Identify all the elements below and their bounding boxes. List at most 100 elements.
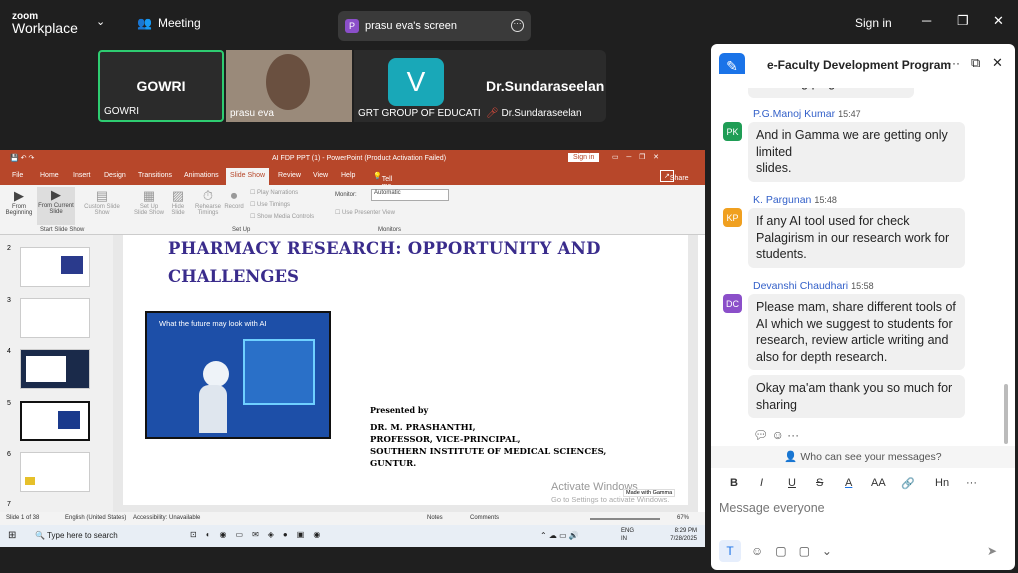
avatar: DC <box>723 294 742 313</box>
ppt-status-bar: Slide 1 of 38 English (United States) Ac… <box>0 512 705 525</box>
thumbnail-slide-5[interactable] <box>20 401 90 441</box>
font-color-button[interactable]: A <box>845 477 852 489</box>
taskbar-apps[interactable]: ⊡◐◉▭✉◈●▣◉ <box>190 530 329 539</box>
from-beginning-button[interactable]: ▶ From Beginning <box>4 188 34 216</box>
message-bubble: And in Gamma we are getting only limited… <box>748 122 965 182</box>
window-controls[interactable]: ▭ ─ ❐ ✕ <box>612 153 659 161</box>
send-icon[interactable]: ➤ <box>987 544 997 558</box>
italic-button[interactable]: I <box>760 477 763 489</box>
privacy-link[interactable]: 👤 Who can see your messages? <box>711 446 1015 468</box>
tab-home[interactable]: Home <box>40 172 59 179</box>
thumbnail-slide-3[interactable] <box>20 298 90 338</box>
robot-body <box>199 385 227 433</box>
taskbar-search[interactable]: 🔍 Type here to search <box>35 531 118 540</box>
language-indicator[interactable]: ENG IN <box>621 527 634 543</box>
shared-screen-tab[interactable]: P prasu eva's screen ··· <box>338 11 531 41</box>
people-icon: 👥 <box>137 16 152 30</box>
setup-show-button[interactable]: ▦ Set Up Slide Show <box>133 188 165 216</box>
slide-title-line2: CHALLENGES <box>168 267 299 286</box>
message-bubble: Okay ma'am thank you so much for sharing <box>748 375 965 418</box>
shared-powerpoint: 💾 ↶ ↷ AI FDP PPT (1) - PowerPoint (Produ… <box>0 150 705 525</box>
font-size-button[interactable]: AA <box>871 477 886 489</box>
zoom-logo-workplace: Workplace <box>12 20 78 36</box>
video-tile-prasu[interactable]: prasu eva <box>226 50 352 122</box>
thumbnail-slide-4[interactable] <box>20 349 90 389</box>
restore-icon[interactable]: ❐ <box>957 13 969 29</box>
rehearse-button[interactable]: ⏱ Rehearse Timings <box>193 188 223 216</box>
sender-name: Devanshi Chaudhari 15:58 <box>753 280 874 292</box>
link-icon[interactable]: 🔗 <box>901 477 915 490</box>
message-input[interactable] <box>719 498 1007 518</box>
mic-muted-icon: 🎤︎ <box>486 108 499 119</box>
underline-button[interactable]: U <box>788 477 796 489</box>
video-tile-gowri[interactable]: GOWRI GOWRI <box>98 50 224 122</box>
tab-transitions[interactable]: Transitions <box>138 172 172 179</box>
sign-in-button[interactable]: Sign in <box>855 16 892 30</box>
strike-button[interactable]: S <box>816 477 823 489</box>
ppt-title-bar: 💾 ↶ ↷ AI FDP PPT (1) - PowerPoint (Produ… <box>0 150 705 168</box>
slide-thumbnails: 2 3 4 5 6 7 <box>0 235 113 512</box>
more-icon[interactable]: ··· <box>948 56 960 70</box>
monitor-label: Monitor: <box>335 192 357 198</box>
comments-button[interactable]: Comments <box>470 515 499 521</box>
chevron-down-icon[interactable]: ⌄ <box>96 15 105 28</box>
hide-slide-button[interactable]: ▨ Hide Slide <box>168 188 188 216</box>
participant-badge: P <box>345 19 359 33</box>
tab-help[interactable]: Help <box>341 172 355 179</box>
tab-animations[interactable]: Animations <box>184 172 219 179</box>
slide-editor: PHARMACY RESEARCH: OPPORTUNITY AND CHALL… <box>113 235 698 512</box>
ppt-signin-button[interactable]: Sign in <box>568 153 600 162</box>
media-controls-checkbox[interactable]: ☐ Show Media Controls <box>250 213 314 220</box>
more-options-icon[interactable]: ··· <box>511 19 524 32</box>
zoom-slider[interactable] <box>590 518 660 520</box>
compose-actions[interactable]: ☺▢▢⌄ <box>751 544 844 558</box>
ppt-menu-bar: File Home Insert Design Transitions Anim… <box>0 168 705 225</box>
close-icon[interactable]: ✕ <box>993 13 1004 29</box>
tray-icons[interactable]: ⌃ ☁ ▭ 🔊 <box>540 531 579 540</box>
presenter-view-checkbox[interactable]: ☐ Use Presenter View <box>335 209 395 216</box>
tab-slide-show[interactable]: Slide Show <box>226 168 270 185</box>
more-format-icon[interactable]: ··· <box>966 477 977 489</box>
share-button[interactable]: ↗ Share <box>660 170 689 182</box>
monitor-select[interactable]: Automatic <box>371 189 449 201</box>
use-timings-checkbox[interactable]: ☐ Use Timings <box>250 201 290 208</box>
chat-scrollbar[interactable] <box>1004 384 1008 444</box>
text-format-icon[interactable]: T <box>719 540 741 562</box>
tell-me-search[interactable]: 💡 Tell me what you want to do <box>373 172 397 225</box>
sender-name: K. Pargunan 15:48 <box>753 194 837 206</box>
tab-insert[interactable]: Insert <box>73 172 91 179</box>
video-tile-grt[interactable]: V GRT GROUP OF EDUCATI... Dr.Sundaraseel… <box>354 50 606 122</box>
record-button[interactable]: ⏺ Record <box>223 188 245 210</box>
windows-start-icon[interactable]: ⊞ <box>8 530 16 541</box>
tab-design[interactable]: Design <box>104 172 126 179</box>
slide-title-line1: PHARMACY RESEARCH: OPPORTUNITY AND <box>168 239 601 258</box>
play-narrations-checkbox[interactable]: ☐ Play Narrations <box>250 189 298 196</box>
presenter-block: DR. M. PRASHANTHI, PROFESSOR, VICE-PRINC… <box>370 423 607 469</box>
clock[interactable]: 8:29 PM 7/28/2025 <box>645 527 697 543</box>
meeting-menu[interactable]: 👥 Meeting <box>137 16 201 30</box>
tab-view[interactable]: View <box>313 172 328 179</box>
from-current-button[interactable]: ▶ From Current Slide <box>37 187 75 225</box>
current-slide[interactable]: PHARMACY RESEARCH: OPPORTUNITY AND CHALL… <box>123 235 688 505</box>
bold-button[interactable]: B <box>730 477 738 489</box>
heading-button[interactable]: Hn <box>935 477 949 489</box>
message-bubble: Please mam, share different tools of AI … <box>748 294 965 370</box>
thumbnail-slide-6[interactable] <box>20 452 90 492</box>
save-icon[interactable]: 💾 ↶ ↷ <box>10 154 34 162</box>
tab-file[interactable]: File <box>12 172 23 179</box>
tab-review[interactable]: Review <box>278 172 301 179</box>
slide-show-ribbon: ▶ From Beginning ▶ From Current Slide ▤ Cus… <box>0 185 705 235</box>
popout-icon[interactable]: ⧉ <box>971 55 980 71</box>
minimize-icon[interactable]: ─ <box>922 13 931 28</box>
custom-show-button[interactable]: ▤ Custom Slide Show <box>80 188 124 216</box>
message-bubble: If any AI tool used for check Palagirism… <box>748 208 965 268</box>
notes-button[interactable]: Notes <box>427 515 443 521</box>
close-chat-icon[interactable]: ✕ <box>992 55 1003 71</box>
zoom-top-bar: zoom Workplace ⌄ 👥 Meeting P prasu eva's … <box>0 0 1018 44</box>
avatar: PK <box>723 122 742 141</box>
holo-screen <box>243 339 315 405</box>
thumbnail-slide-2[interactable] <box>20 247 90 287</box>
gamma-badge: Made with Gamma <box>623 489 676 497</box>
reaction-icons[interactable]: 💬︎ ☺ ··· <box>753 428 799 442</box>
format-toolbar: B I U S A AA 🔗 Hn ··· <box>711 472 1015 496</box>
